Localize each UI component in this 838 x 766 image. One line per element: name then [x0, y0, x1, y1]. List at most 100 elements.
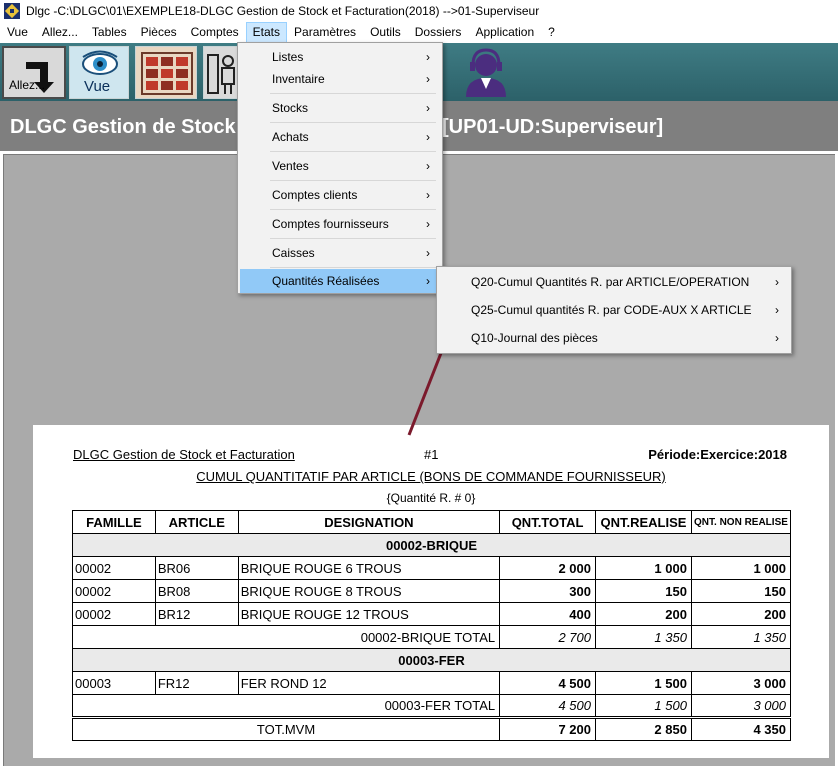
subtotal-row: 00002-BRIQUE TOTAL 2 700 1 350 1 350: [71, 625, 792, 649]
submenu-item-q25[interactable]: Q25-Cumul quantités R. par CODE-AUX X AR…: [439, 297, 789, 323]
menu-item-inventaire[interactable]: Inventaire ›: [240, 67, 440, 91]
grand-total-qnt-non-realise: 4 350: [690, 717, 792, 741]
submenu-item-q20[interactable]: Q20-Cumul Quantités R. par ARTICLE/OPERA…: [439, 269, 789, 295]
cell-famille: 00002: [72, 556, 156, 580]
col-article: ARTICLE: [154, 510, 239, 534]
user-button[interactable]: [456, 47, 516, 99]
submenu-item-q10[interactable]: Q10-Journal des pièces ›: [439, 325, 789, 351]
menu-item-stocks[interactable]: Stocks ›: [240, 96, 440, 120]
menu-separator: [270, 151, 436, 152]
etats-dropdown: Listes › Inventaire › Stocks › Achats › Vent…: [237, 42, 443, 294]
menu-item-caisses[interactable]: Caisses ›: [240, 241, 440, 265]
chevron-right-icon: ›: [426, 246, 430, 260]
cell-designation: BRIQUE ROUGE 6 TROUS: [237, 556, 501, 580]
eye-icon: [82, 50, 118, 75]
pieces-button[interactable]: [203, 46, 239, 99]
menu-separator: [270, 122, 436, 123]
allez-button-label: Allez...: [9, 78, 46, 92]
chevron-right-icon: ›: [426, 217, 430, 231]
menu-help[interactable]: ?: [541, 22, 562, 43]
table-row: 00002 BR06 BRIQUE ROUGE 6 TROUS 2 000 1 …: [72, 556, 792, 580]
col-qnt-total: QNT.TOTAL: [499, 510, 596, 534]
menu-item-achats[interactable]: Achats ›: [240, 125, 440, 149]
menu-item-label: Listes: [272, 50, 304, 64]
menu-separator: [270, 238, 436, 239]
submenu-item-label: Q10-Journal des pièces: [471, 331, 598, 345]
chevron-right-icon: ›: [426, 50, 430, 64]
group-label: 00003-FER: [72, 648, 791, 672]
menu-item-listes[interactable]: Listes ›: [240, 45, 440, 69]
menu-item-label: Inventaire: [272, 72, 325, 86]
menu-application[interactable]: Application: [468, 22, 541, 43]
menu-parametres[interactable]: Paramètres: [287, 22, 363, 43]
menu-item-quantites-realisees[interactable]: Quantités Réalisées ›: [240, 269, 440, 293]
menu-tables[interactable]: Tables: [85, 22, 134, 43]
table-header-row: FAMILLE ARTICLE DESIGNATION QNT.TOTAL QN…: [72, 510, 792, 534]
menu-comptes[interactable]: Comptes: [184, 22, 246, 43]
submenu-item-label: Q25-Cumul quantités R. par CODE-AUX X AR…: [471, 303, 752, 317]
menu-item-comptes-clients[interactable]: Comptes clients ›: [240, 183, 440, 207]
group-label: 00002-BRIQUE: [72, 533, 791, 557]
col-qnt-non-realise: QNT. NON REALISE: [690, 510, 792, 534]
banner-app-title: DLGC Gestion de Stock: [10, 116, 236, 138]
group-row: 00002-BRIQUE: [72, 533, 791, 557]
cell-qnt-total: 300: [499, 579, 596, 603]
col-designation: DESIGNATION: [237, 510, 501, 534]
col-famille: FAMILLE: [72, 510, 156, 534]
menu-bar: Vue Allez... Tables Pièces Comptes Etats…: [0, 22, 838, 43]
cell-article: FR12: [154, 671, 239, 695]
window-title: Dlgc -C:\DLGC\01\EXEMPLE18-DLGC Gestion …: [26, 4, 540, 18]
cell-article: BR08: [154, 579, 239, 603]
vue-button[interactable]: Vue: [69, 46, 129, 99]
app-icon: [4, 3, 20, 19]
cell-qnt-non-realise: 1 000: [690, 556, 792, 580]
report-number: #1: [424, 447, 439, 462]
cell-famille: 00002: [72, 602, 156, 626]
chevron-right-icon: ›: [426, 159, 430, 173]
menu-separator: [270, 93, 436, 94]
col-qnt-realise: QNT.REALISE: [595, 510, 692, 534]
menu-pieces[interactable]: Pièces: [134, 22, 184, 43]
table-row: 00002 BR08 BRIQUE ROUGE 8 TROUS 300 150 …: [72, 579, 792, 603]
menu-vue[interactable]: Vue: [0, 22, 35, 43]
menu-dossiers[interactable]: Dossiers: [408, 22, 469, 43]
menu-item-comptes-fournisseurs[interactable]: Comptes fournisseurs ›: [240, 212, 440, 236]
cell-article: BR12: [154, 602, 239, 626]
tables-button[interactable]: [135, 46, 197, 99]
chevron-right-icon: ›: [426, 274, 430, 288]
cell-qnt-realise: 200: [595, 602, 692, 626]
chevron-right-icon: ›: [775, 303, 779, 317]
menu-outils[interactable]: Outils: [363, 22, 408, 43]
title-bar: Dlgc -C:\DLGC\01\EXEMPLE18-DLGC Gestion …: [0, 0, 838, 22]
subtotal-qnt-total: 2 700: [499, 625, 596, 649]
allez-button[interactable]: Allez...: [2, 46, 66, 99]
cell-qnt-realise: 150: [595, 579, 692, 603]
menu-item-label: Comptes clients: [272, 188, 358, 202]
user-support-icon: [466, 48, 506, 97]
report-period: Période:Exercice:2018: [648, 447, 787, 462]
table-row: 00002 BR12 BRIQUE ROUGE 12 TROUS 400 200…: [72, 602, 792, 626]
report-preview: DLGC Gestion de Stock et Facturation #1 …: [33, 425, 829, 758]
subtotal-qnt-total: 4 500: [499, 694, 596, 718]
group-row: 00003-FER: [72, 648, 791, 672]
banner-user: [UP01-UD:Superviseur]: [442, 116, 664, 138]
grand-total-qnt-total: 7 200: [499, 717, 596, 741]
menu-item-label: Caisses: [272, 246, 315, 260]
vue-button-label: Vue: [84, 78, 111, 95]
cell-qnt-realise: 1 000: [595, 556, 692, 580]
chevron-right-icon: ›: [775, 275, 779, 289]
menu-etats[interactable]: Etats: [245, 22, 288, 43]
cell-qnt-realise: 1 500: [595, 671, 692, 695]
report-title: DLGC Gestion de Stock et Facturation: [73, 447, 295, 462]
cell-designation: FER ROND 12: [237, 671, 501, 695]
person-icon: [207, 54, 235, 94]
menu-item-label: Comptes fournisseurs: [272, 217, 389, 231]
menu-item-ventes[interactable]: Ventes ›: [240, 154, 440, 178]
cell-qnt-non-realise: 3 000: [690, 671, 792, 695]
shelves-icon: [141, 52, 193, 95]
cell-qnt-total: 2 000: [499, 556, 596, 580]
menu-item-label: Stocks: [272, 101, 309, 115]
grand-total-qnt-realise: 2 850: [595, 717, 692, 741]
menu-allez[interactable]: Allez...: [35, 22, 85, 43]
cell-famille: 00003: [72, 671, 156, 695]
